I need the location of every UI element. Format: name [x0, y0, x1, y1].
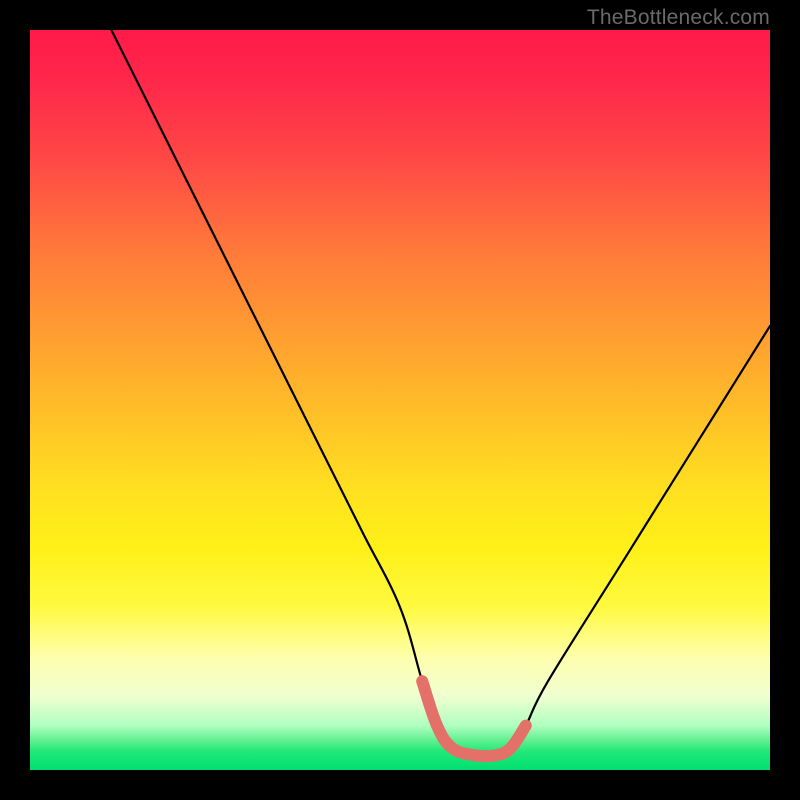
- bottleneck-curve: [111, 30, 770, 756]
- plot-area: [30, 30, 770, 770]
- curve-svg: [30, 30, 770, 770]
- chart-container: TheBottleneck.com: [0, 0, 800, 800]
- valley-highlight: [422, 681, 526, 756]
- watermark-text: TheBottleneck.com: [587, 6, 770, 30]
